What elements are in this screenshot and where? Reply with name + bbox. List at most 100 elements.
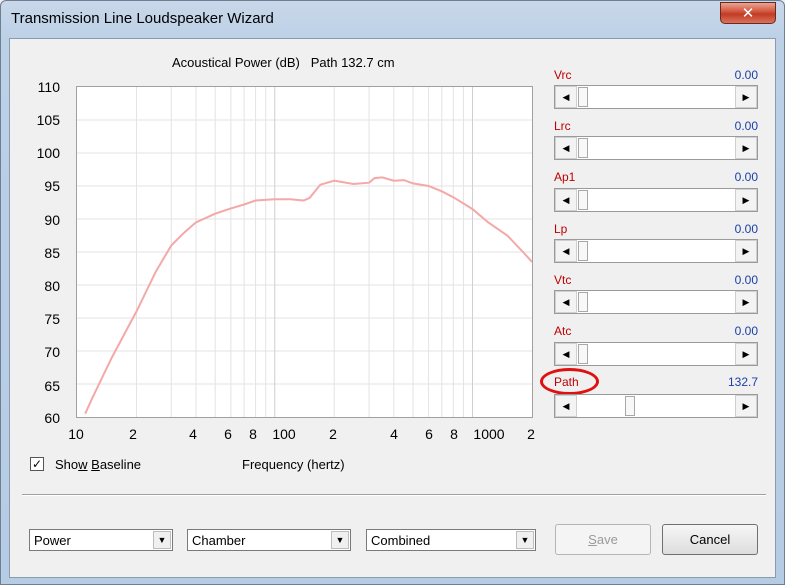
chart-title: Acoustical Power (dB) Path 132.7 cm bbox=[172, 55, 395, 70]
scroll-right-button[interactable]: ▶ bbox=[735, 291, 757, 313]
save-button[interactable]: Save bbox=[555, 524, 651, 555]
slider-thumb[interactable] bbox=[625, 396, 635, 416]
slider-thumb[interactable] bbox=[578, 241, 588, 261]
label-part: Sho bbox=[55, 457, 79, 472]
param-value-atc: 0.00 bbox=[734, 324, 758, 338]
right-arrow-icon: ▶ bbox=[742, 400, 750, 411]
show-baseline-checkbox[interactable]: ✓ bbox=[30, 457, 44, 471]
scroll-left-button[interactable]: ◀ bbox=[555, 86, 577, 108]
left-arrow-icon: ◀ bbox=[562, 296, 570, 307]
scroll-right-button[interactable]: ▶ bbox=[735, 395, 757, 417]
x-tick-label: 8 bbox=[450, 426, 458, 442]
left-arrow-icon: ◀ bbox=[562, 400, 570, 411]
y-tick-label: 75 bbox=[44, 311, 60, 327]
series-line bbox=[84, 176, 533, 415]
show-baseline-label[interactable]: Show Baseline bbox=[55, 457, 141, 472]
slider-atc[interactable]: ◀ ▶ bbox=[554, 342, 758, 366]
x-tick-label: 4 bbox=[390, 426, 398, 442]
slider-thumb[interactable] bbox=[578, 138, 588, 158]
wizard-window: Transmission Line Loudspeaker Wizard ✕ A… bbox=[0, 0, 785, 585]
param-value-lrc: 0.00 bbox=[734, 119, 758, 133]
enclosure-select-value: Chamber bbox=[192, 533, 246, 548]
right-arrow-icon: ▶ bbox=[742, 245, 750, 256]
label-accelerator: w bbox=[78, 457, 88, 472]
plot-area bbox=[76, 86, 533, 418]
slider-vrc[interactable]: ◀ ▶ bbox=[554, 85, 758, 109]
slider-thumb[interactable] bbox=[578, 87, 588, 107]
label-accelerator: B bbox=[91, 457, 100, 472]
mode-select[interactable]: Power ▼ bbox=[29, 529, 173, 551]
scroll-left-button[interactable]: ◀ bbox=[555, 291, 577, 313]
response-plot bbox=[77, 87, 533, 417]
mode-select-value: Power bbox=[34, 533, 71, 548]
chevron-down-icon: ▼ bbox=[335, 535, 345, 545]
title-bar: Transmission Line Loudspeaker Wizard ✕ bbox=[1, 1, 784, 37]
window-title: Transmission Line Loudspeaker Wizard bbox=[11, 10, 274, 27]
scroll-right-button[interactable]: ▶ bbox=[735, 86, 757, 108]
y-tick-label: 95 bbox=[44, 178, 60, 194]
x-tick-label: 100 bbox=[272, 426, 296, 442]
left-arrow-icon: ◀ bbox=[562, 194, 570, 205]
close-icon: ✕ bbox=[741, 5, 755, 22]
scroll-left-button[interactable]: ◀ bbox=[555, 189, 577, 211]
dropdown-button[interactable]: ▼ bbox=[331, 531, 349, 549]
y-tick-label: 70 bbox=[44, 344, 60, 360]
right-arrow-icon: ▶ bbox=[742, 194, 750, 205]
right-arrow-icon: ▶ bbox=[742, 348, 750, 359]
x-tick-label: 10 bbox=[68, 426, 84, 442]
y-tick-label: 105 bbox=[36, 112, 60, 128]
save-accelerator: S bbox=[588, 532, 597, 547]
scroll-right-button[interactable]: ▶ bbox=[735, 137, 757, 159]
output-select[interactable]: Combined ▼ bbox=[366, 529, 536, 551]
param-label-vrc: Vrc bbox=[554, 68, 572, 82]
output-select-value: Combined bbox=[371, 533, 431, 548]
save-label-part: ave bbox=[596, 532, 618, 547]
cancel-button[interactable]: Cancel bbox=[662, 524, 758, 555]
right-arrow-icon: ▶ bbox=[742, 91, 750, 102]
y-tick-label: 80 bbox=[44, 278, 60, 294]
param-label-ap1: Ap1 bbox=[554, 170, 576, 184]
param-label-vtc: Vtc bbox=[554, 273, 572, 287]
scroll-left-button[interactable]: ◀ bbox=[555, 395, 577, 417]
scroll-right-button[interactable]: ▶ bbox=[735, 343, 757, 365]
slider-thumb[interactable] bbox=[578, 292, 588, 312]
scroll-right-button[interactable]: ▶ bbox=[735, 189, 757, 211]
param-label-atc: Atc bbox=[554, 324, 572, 338]
check-icon: ✓ bbox=[31, 457, 43, 471]
param-label-lrc: Lrc bbox=[554, 119, 571, 133]
left-arrow-icon: ◀ bbox=[562, 245, 570, 256]
x-tick-label: 2 bbox=[329, 426, 337, 442]
x-tick-label: 2 bbox=[129, 426, 137, 442]
slider-lp[interactable]: ◀ ▶ bbox=[554, 239, 758, 263]
slider-lrc[interactable]: ◀ ▶ bbox=[554, 136, 758, 160]
dropdown-button[interactable]: ▼ bbox=[153, 531, 171, 549]
param-value-vtc: 0.00 bbox=[734, 273, 758, 287]
enclosure-select[interactable]: Chamber ▼ bbox=[187, 529, 351, 551]
param-label-lp: Lp bbox=[554, 222, 568, 236]
scroll-left-button[interactable]: ◀ bbox=[555, 137, 577, 159]
slider-path[interactable]: ◀ ▶ bbox=[554, 394, 758, 418]
right-arrow-icon: ▶ bbox=[742, 296, 750, 307]
slider-thumb[interactable] bbox=[578, 344, 588, 364]
slider-thumb[interactable] bbox=[578, 190, 588, 210]
slider-vtc[interactable]: ◀ ▶ bbox=[554, 290, 758, 314]
label-part: aseline bbox=[99, 457, 142, 472]
right-arrow-icon: ▶ bbox=[742, 142, 750, 153]
close-button[interactable]: ✕ bbox=[720, 2, 776, 24]
param-value-path: 132.7 bbox=[727, 375, 758, 389]
scroll-right-button[interactable]: ▶ bbox=[735, 240, 757, 262]
x-tick-label: 2 bbox=[527, 426, 535, 442]
param-value-vrc: 0.00 bbox=[734, 68, 758, 82]
param-value-lp: 0.00 bbox=[734, 222, 758, 236]
dropdown-button[interactable]: ▼ bbox=[516, 531, 534, 549]
left-arrow-icon: ◀ bbox=[562, 91, 570, 102]
scroll-left-button[interactable]: ◀ bbox=[555, 343, 577, 365]
path-highlight-circle bbox=[540, 368, 599, 395]
scroll-left-button[interactable]: ◀ bbox=[555, 240, 577, 262]
chevron-down-icon: ▼ bbox=[157, 535, 167, 545]
y-tick-label: 110 bbox=[37, 79, 60, 95]
y-tick-label: 60 bbox=[44, 410, 60, 426]
slider-ap1[interactable]: ◀ ▶ bbox=[554, 188, 758, 212]
left-arrow-icon: ◀ bbox=[562, 142, 570, 153]
x-tick-label: 1000 bbox=[473, 426, 505, 442]
